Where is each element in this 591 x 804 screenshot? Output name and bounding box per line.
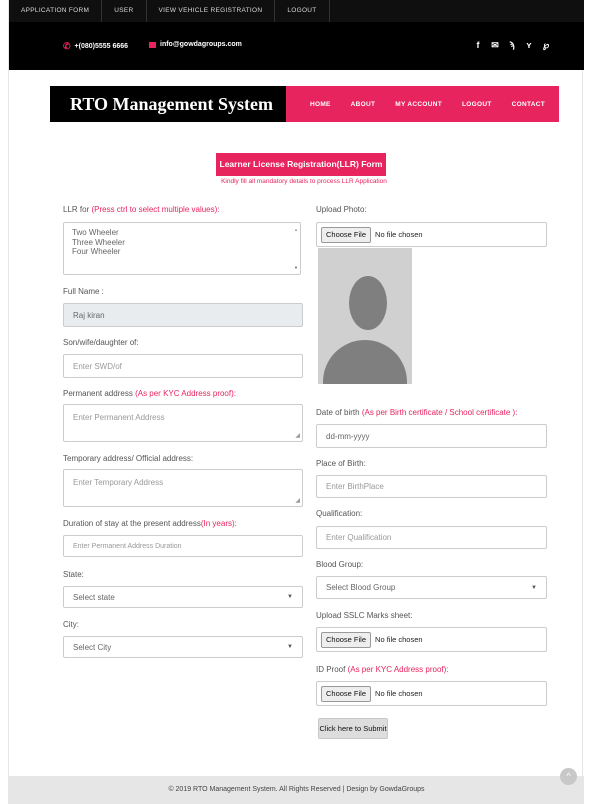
email-address[interactable]: info@gowdagroups.com [160, 41, 242, 48]
file-status: No file chosen [375, 635, 423, 644]
id-proof-label: ID Proof (As per KYC Address proof): [316, 665, 449, 674]
nav-my-account[interactable]: MY ACCOUNT [395, 101, 442, 108]
chevron-down-icon: ▼ [531, 584, 537, 591]
blood-group-selected-value: Select Blood Group [326, 583, 396, 592]
dob-hint: (As per Birth certificate / School certi… [361, 408, 518, 417]
twitter-icon[interactable]: ʏ [525, 39, 533, 51]
avatar-body [323, 340, 407, 384]
chevron-down-icon: ▼ [287, 594, 293, 600]
permanent-address-label: Permanent address (As per KYC Address pr… [63, 389, 236, 398]
pinterest-icon[interactable]: ℘ [542, 39, 550, 51]
id-proof-label-text: ID Proof [316, 665, 346, 674]
avatar-placeholder [318, 248, 412, 384]
llr-option[interactable]: Two Wheeler [72, 228, 292, 238]
topbar-user-link[interactable]: USER [102, 0, 147, 22]
nav-home[interactable]: HOME [310, 101, 331, 108]
permanent-address-textarea[interactable]: Enter Permanent Address ◢ [63, 404, 303, 442]
upload-photo-label: Upload Photo: [316, 205, 367, 214]
duration-label: Duration of stay at the present address(… [63, 519, 237, 528]
permanent-address-hint: (As per KYC Address proof): [135, 389, 236, 398]
topbar-view-vehicle-registration-link[interactable]: VIEW VEHICLE REGISTRATION [147, 0, 276, 22]
file-status: No file chosen [375, 230, 423, 239]
main-nav: HOME ABOUT MY ACCOUNT LOGOUT CONTACT [310, 86, 545, 122]
choose-file-button[interactable]: Choose File [321, 226, 372, 243]
id-proof-hint: (As per KYC Address proof): [347, 665, 449, 674]
scroll-up-icon[interactable]: ▲ [294, 225, 298, 235]
place-of-birth-input[interactable]: Enter BirthPlace [316, 475, 547, 498]
nav-contact[interactable]: CONTACT [512, 101, 545, 108]
duration-hint: (In years): [200, 519, 237, 528]
choose-file-button[interactable]: Choose File [321, 631, 372, 648]
state-selected-value: Select state [73, 592, 115, 602]
resize-handle-icon[interactable]: ◢ [295, 498, 300, 504]
dob-label: Date of birth (As per Birth certificate … [316, 408, 517, 417]
facebook-icon[interactable]: f [474, 39, 482, 51]
llr-for-label: LLR for (Press ctrl to select multiple v… [63, 205, 220, 214]
chevron-down-icon: ▼ [287, 644, 293, 650]
contact-phone: ✆ +(080)5555 6666 [63, 41, 128, 52]
qualification-input[interactable]: Enter Qualification [316, 526, 547, 549]
dob-input[interactable]: dd-mm-yyyy [316, 424, 547, 448]
contact-email: info@gowdagroups.com [149, 41, 242, 48]
temporary-address-placeholder: Enter Temporary Address [73, 478, 164, 487]
state-label: State: [63, 570, 84, 579]
social-links: f ✉ ϡ ʏ ℘ [474, 39, 550, 51]
phone-icon: ✆ [63, 41, 71, 51]
resize-handle-icon[interactable]: ◢ [295, 433, 300, 439]
permanent-address-placeholder: Enter Permanent Address [73, 413, 165, 422]
email-social-icon[interactable]: ✉ [491, 39, 499, 51]
file-status: No file chosen [375, 689, 423, 698]
permanent-address-label-text: Permanent address [63, 389, 133, 398]
rss-icon[interactable]: ϡ [508, 39, 516, 51]
llr-option[interactable]: Three Wheeler [72, 238, 292, 248]
scroll-to-top-icon[interactable]: ^ [560, 768, 577, 785]
choose-file-button[interactable]: Choose File [321, 685, 372, 702]
llr-for-hint: (Press ctrl to select multiple values): [91, 205, 220, 214]
top-menu-bar: APPLICATION FORM USER VIEW VEHICLE REGIS… [9, 0, 584, 22]
temporary-address-textarea[interactable]: Enter Temporary Address ◢ [63, 469, 303, 507]
city-select[interactable]: Select City ▼ [63, 636, 303, 658]
sslc-label: Upload SSLC Marks sheet: [316, 611, 413, 620]
phone-number: +(080)5555 6666 [74, 43, 129, 50]
full-name-field: Raj kiran [63, 303, 303, 327]
qualification-label: Qualification: [316, 509, 363, 518]
page: APPLICATION FORM USER VIEW VEHICLE REGIS… [8, 0, 584, 804]
city-selected-value: Select City [73, 642, 112, 652]
blood-group-select[interactable]: Select Blood Group ▼ [316, 576, 547, 599]
llr-option[interactable]: Four Wheeler [72, 247, 292, 257]
form-subtitle: Kindly fill all mandatory details to pro… [221, 178, 387, 185]
state-select[interactable]: Select state ▼ [63, 586, 303, 608]
full-name-label: Full Name : [63, 287, 104, 296]
city-label: City: [63, 620, 79, 629]
scroll-down-icon[interactable]: ▼ [294, 263, 298, 273]
footer-text: © 2019 RTO Management System. All Rights… [168, 786, 425, 793]
site-title[interactable]: RTO Management System [50, 86, 286, 122]
temporary-address-label: Temporary address/ Official address: [63, 454, 194, 463]
contact-bar: ✆ +(080)5555 6666 info@gowdagroups.com f… [9, 22, 584, 70]
sslc-upload-input[interactable]: Choose File No file chosen [316, 627, 547, 652]
nav-about[interactable]: ABOUT [351, 101, 376, 108]
duration-input[interactable]: Enter Permanent Address Duration [63, 535, 303, 557]
place-of-birth-label: Place of Birth: [316, 459, 366, 468]
duration-label-text: Duration of stay at the present address [63, 519, 201, 528]
id-proof-upload-input[interactable]: Choose File No file chosen [316, 681, 547, 706]
email-icon [149, 41, 156, 48]
upload-photo-input[interactable]: Choose File No file chosen [316, 222, 547, 247]
blood-group-label: Blood Group: [316, 560, 364, 569]
dob-label-text: Date of birth [316, 408, 360, 417]
topbar-logout-link[interactable]: LOGOUT [275, 0, 330, 22]
listbox-scrollbar[interactable]: ▲ ▼ [293, 224, 299, 273]
topbar-application-form-link[interactable]: APPLICATION FORM [9, 0, 103, 22]
relation-input[interactable]: Enter SWD/of [63, 354, 303, 378]
avatar-head [349, 276, 387, 330]
relation-label: Son/wife/daughter of: [63, 338, 139, 347]
footer: © 2019 RTO Management System. All Rights… [9, 776, 584, 804]
llr-for-multiselect[interactable]: Two Wheeler Three Wheeler Four Wheeler ▲… [63, 222, 301, 275]
submit-button[interactable]: Click here to Submit [318, 718, 388, 739]
form-title: Learner License Registration(LLR) Form [216, 153, 386, 176]
header-bar: RTO Management System HOME ABOUT MY ACCO… [50, 86, 559, 122]
nav-logout[interactable]: LOGOUT [462, 101, 492, 108]
llr-for-label-text: LLR for [63, 205, 90, 214]
